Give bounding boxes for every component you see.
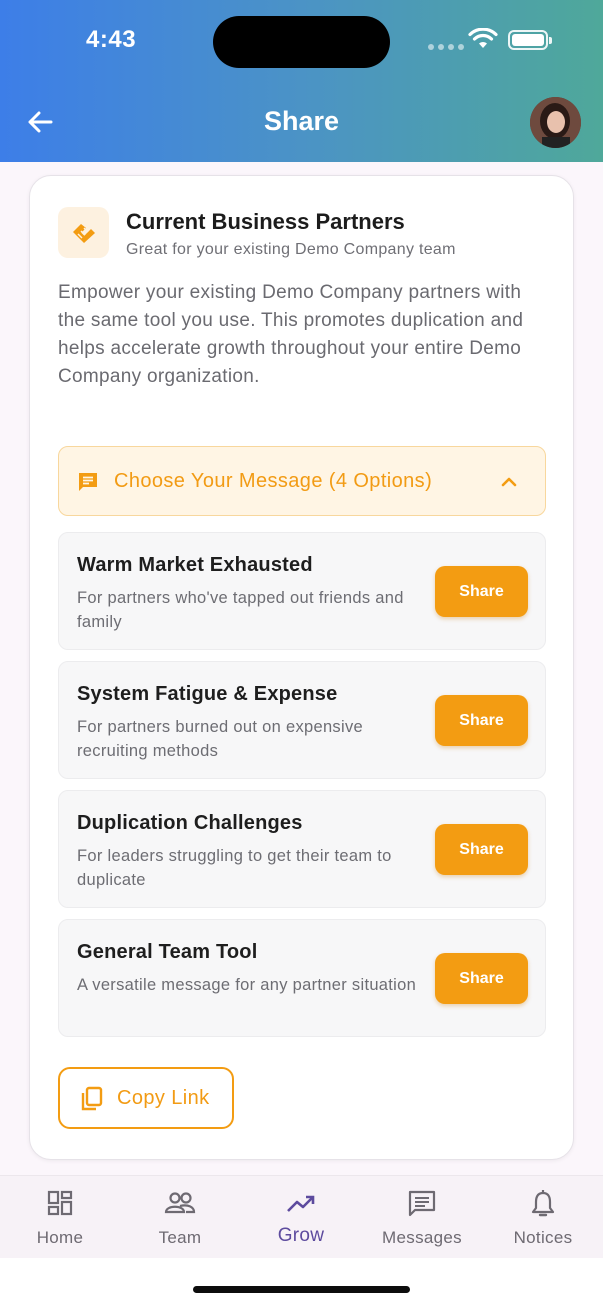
cellular-signal-icon: [428, 44, 464, 50]
option-title: System Fatigue & Expense: [77, 683, 338, 705]
chevron-up-icon: [501, 477, 517, 487]
nav-label: Home: [36, 1228, 84, 1247]
message-icon: [79, 473, 97, 491]
nav-home[interactable]: Home: [0, 1176, 120, 1259]
handshake-icon: [58, 207, 109, 258]
nav-team[interactable]: Team: [120, 1176, 240, 1259]
option-description: For partners who've tapped out friends a…: [77, 589, 404, 631]
share-button[interactable]: Share: [435, 566, 528, 617]
option-title: Warm Market Exhausted: [77, 554, 313, 576]
system-bottom-area: [0, 1258, 603, 1306]
nav-label: Grow: [277, 1225, 325, 1246]
message-option: Duplication Challenges For leaders strug…: [58, 790, 546, 908]
option-description: A versatile message for any partner situ…: [77, 976, 417, 994]
bell-icon: [531, 1190, 555, 1217]
trending-up-icon: [287, 1195, 315, 1212]
card-subtitle: Great for your existing Demo Company tea…: [126, 241, 456, 258]
dashboard-icon: [47, 1190, 73, 1216]
nav-label: Team: [158, 1228, 202, 1247]
share-button[interactable]: Share: [435, 695, 528, 746]
option-description: For partners burned out on expensive rec…: [77, 718, 363, 760]
nav-messages[interactable]: Messages: [362, 1176, 482, 1259]
nav-label: Notices: [513, 1228, 573, 1247]
option-description: For leaders struggling to get their team…: [77, 847, 392, 889]
card-description: Empower your existing Demo Company partn…: [58, 282, 524, 387]
message-option: Warm Market Exhausted For partners who'v…: [58, 532, 546, 650]
share-card: Current Business Partners Great for your…: [29, 175, 574, 1160]
wifi-icon: [468, 28, 498, 48]
copy-link-button[interactable]: Copy Link: [58, 1067, 234, 1129]
nav-grow[interactable]: Grow: [241, 1176, 361, 1259]
chat-icon: [408, 1190, 436, 1217]
message-option: General Team Tool A versatile message fo…: [58, 919, 546, 1037]
user-avatar[interactable]: [530, 97, 581, 148]
chooser-label: Choose Your Message (4 Options): [114, 470, 433, 492]
bottom-nav: Home Team Grow Messages Notices: [0, 1175, 603, 1258]
copy-link-label: Copy Link: [117, 1087, 210, 1109]
battery-icon: [508, 30, 552, 50]
people-icon: [164, 1192, 196, 1214]
page-title: Share: [263, 106, 340, 136]
card-title: Current Business Partners: [126, 209, 405, 234]
dynamic-island: [213, 16, 390, 68]
app-header: 4:43 Share: [0, 0, 603, 162]
nav-notices[interactable]: Notices: [483, 1176, 603, 1259]
nav-label: Messages: [382, 1228, 462, 1247]
share-button[interactable]: Share: [435, 953, 528, 1004]
status-time: 4:43: [86, 26, 137, 53]
message-option: System Fatigue & Expense For partners bu…: [58, 661, 546, 779]
message-chooser-toggle[interactable]: Choose Your Message (4 Options): [58, 446, 546, 516]
home-indicator[interactable]: [193, 1286, 410, 1293]
option-title: General Team Tool: [77, 941, 258, 963]
option-title: Duplication Challenges: [77, 812, 303, 834]
copy-icon: [81, 1086, 103, 1111]
share-button[interactable]: Share: [435, 824, 528, 875]
